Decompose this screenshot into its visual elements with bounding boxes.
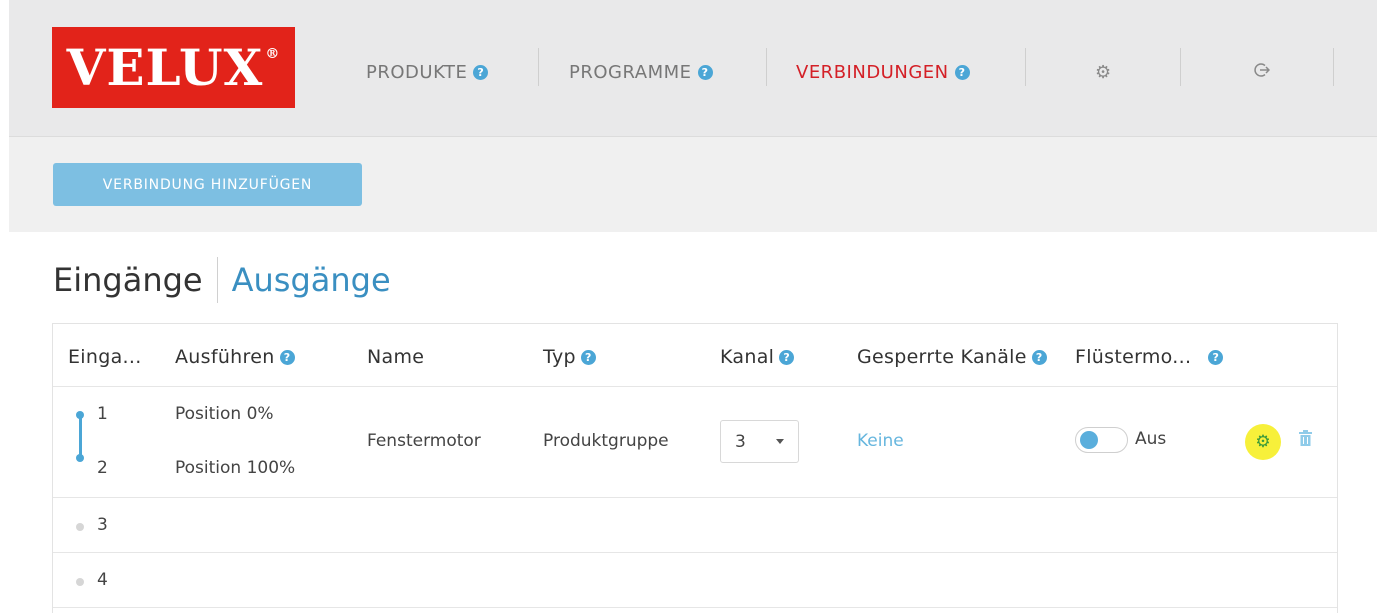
input-dot [76, 523, 84, 531]
tab-inputs[interactable]: Eingänge [53, 261, 203, 299]
input-number: 2 [97, 458, 108, 478]
action-bar: VERBINDUNG HINZUFÜGEN [9, 137, 1377, 232]
nav-produkte[interactable]: PRODUKTE ? [366, 62, 489, 83]
tab-outputs[interactable]: Ausgänge [232, 261, 391, 299]
input-number: 4 [97, 570, 108, 590]
product-type: Produktgruppe [543, 431, 669, 451]
row-divider [53, 497, 1337, 498]
nav-verbindungen-label: VERBINDUNGEN [796, 62, 949, 83]
help-icon[interactable]: ? [1031, 349, 1047, 365]
logout-icon[interactable] [1254, 62, 1271, 83]
gear-icon[interactable]: ⚙ [1095, 62, 1111, 83]
locked-channels-link[interactable]: Keine [857, 431, 904, 451]
help-icon[interactable]: ? [1208, 349, 1224, 365]
connections-table: Einga... Ausführen? Name Typ? Kanal? Ges… [52, 323, 1338, 613]
nav-verbindungen[interactable]: VERBINDUNGEN ? [796, 62, 970, 83]
input-dot [76, 454, 84, 462]
column-header-input[interactable]: Einga... [68, 346, 142, 368]
action-label: Position 0% [175, 404, 274, 424]
nav-programme[interactable]: PROGRAMME ? [569, 62, 713, 83]
nav-divider [538, 48, 539, 86]
help-icon[interactable]: ? [697, 65, 713, 80]
whisper-mode-toggle[interactable] [1075, 427, 1128, 453]
input-link-line [78, 417, 82, 457]
chevron-down-icon [776, 439, 784, 444]
column-header-whisper-mode[interactable]: Flüstermo...? [1075, 346, 1224, 368]
input-dot [76, 578, 84, 586]
top-header: VELUX ® PRODUKTE ? PROGRAMME ? VERBINDUNG… [9, 0, 1377, 137]
nav-divider [1025, 48, 1026, 86]
help-icon[interactable]: ? [779, 349, 795, 365]
column-header-channel[interactable]: Kanal? [720, 346, 795, 368]
column-header-execute[interactable]: Ausführen? [175, 346, 295, 368]
action-label: Position 100% [175, 458, 296, 478]
help-icon[interactable]: ? [580, 349, 596, 365]
io-tabs: Eingänge Ausgänge [53, 257, 391, 303]
nav-produkte-label: PRODUKTE [366, 62, 468, 83]
velux-logo[interactable]: VELUX ® [52, 27, 295, 108]
nav-programme-label: PROGRAMME [569, 62, 692, 83]
settings-gear-icon[interactable]: ⚙ [1245, 424, 1281, 460]
column-header-locked-channels[interactable]: Gesperrte Kanäle? [857, 346, 1047, 368]
tab-divider [216, 257, 218, 303]
toggle-knob [1080, 431, 1098, 449]
nav-divider [1333, 48, 1334, 86]
help-icon[interactable]: ? [473, 65, 489, 80]
help-icon[interactable]: ? [279, 349, 295, 365]
row-divider [53, 552, 1337, 553]
help-icon[interactable]: ? [954, 65, 970, 80]
add-connection-button[interactable]: VERBINDUNG HINZUFÜGEN [53, 163, 362, 206]
product-name: Fenstermotor [367, 431, 481, 451]
column-header-type[interactable]: Typ? [543, 346, 596, 368]
logo-text: VELUX ® [66, 38, 281, 97]
whisper-mode-status: Aus [1135, 429, 1167, 449]
row-divider [53, 386, 1337, 387]
nav-divider [1180, 48, 1181, 86]
trash-icon[interactable] [1299, 430, 1312, 451]
channel-select[interactable]: 3 [720, 420, 799, 463]
channel-value: 3 [735, 431, 746, 452]
column-header-name[interactable]: Name [367, 346, 424, 368]
nav-divider [766, 48, 767, 86]
row-divider [53, 607, 1337, 608]
input-number: 3 [97, 515, 108, 535]
input-number: 1 [97, 404, 108, 424]
